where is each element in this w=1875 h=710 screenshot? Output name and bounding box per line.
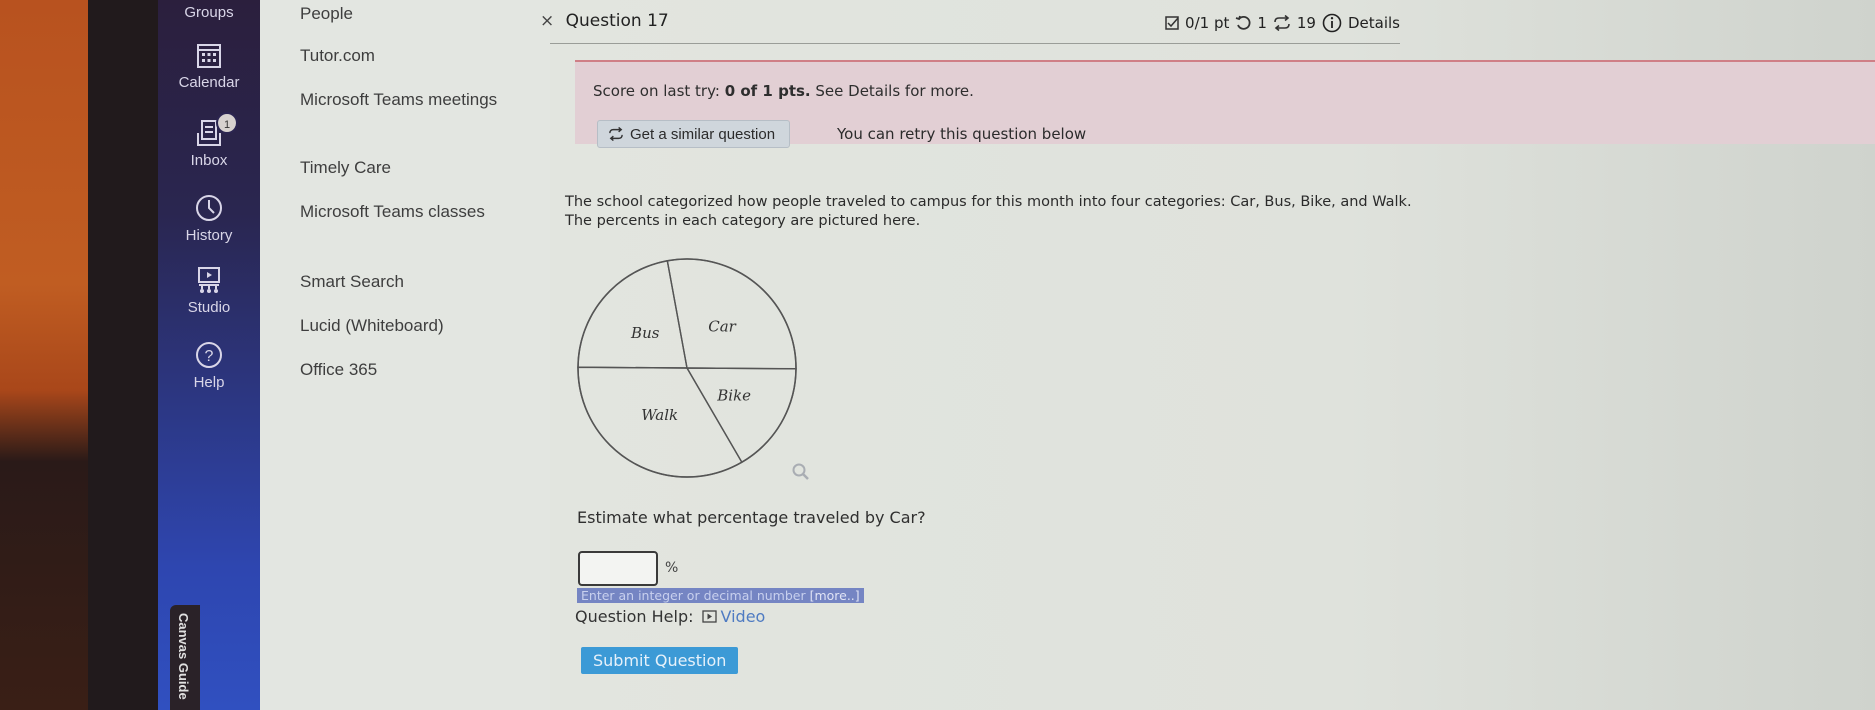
inbox-badge: 1 xyxy=(216,112,238,134)
nav-item-history[interactable]: History xyxy=(158,193,260,244)
question-title: × Question 17 xyxy=(540,11,669,31)
magnify-icon[interactable] xyxy=(792,463,810,481)
close-icon[interactable]: × xyxy=(540,11,554,31)
hint-text: Enter an integer or decimal number xyxy=(581,588,810,603)
checkbox-icon xyxy=(1165,16,1179,30)
pie-slice-bus xyxy=(577,259,688,369)
pie-label-bike: Bike xyxy=(716,386,751,404)
pie-label-walk: Walk xyxy=(641,406,678,424)
question-prompt: The school categorized how people travel… xyxy=(565,194,1412,229)
nav-item-groups[interactable]: Groups xyxy=(158,4,260,21)
pie-label-car: Car xyxy=(708,317,736,335)
nav-label: Groups xyxy=(184,4,234,21)
canvas-guide-tab[interactable]: Canvas Guide xyxy=(170,605,200,710)
video-link[interactable]: Video xyxy=(701,607,766,626)
nav-label: Calendar xyxy=(178,74,240,91)
nav-item-inbox[interactable]: 1 Inbox xyxy=(158,112,260,169)
question-ask: Estimate what percentage traveled by Car… xyxy=(577,508,926,527)
global-nav: Groups Calendar 1 Inbox History Studio ?… xyxy=(158,0,260,710)
nav-item-calendar[interactable]: Calendar xyxy=(158,42,260,91)
photo-background xyxy=(0,0,95,710)
pie-label-bus: Bus xyxy=(630,324,660,342)
score-banner: Score on last try: 0 of 1 pts. See Detai… xyxy=(575,60,1875,148)
course-link-office365[interactable]: Office 365 xyxy=(300,358,540,382)
nav-label: History xyxy=(185,227,233,244)
clock-icon xyxy=(196,195,222,221)
course-link-timely-care[interactable]: Timely Care xyxy=(300,156,540,180)
studio-icon xyxy=(198,267,220,293)
question-meta: 0/1 pt 1 19 Details xyxy=(1165,13,1400,33)
calendar-icon xyxy=(197,44,221,68)
video-label: Video xyxy=(720,607,766,626)
question-title-text: Question 17 xyxy=(565,11,669,31)
score-value: 0 of 1 pts. xyxy=(724,82,811,100)
get-similar-question-button[interactable]: Get a similar question xyxy=(597,120,791,148)
question-help-label: Question Help: xyxy=(575,607,694,626)
course-link-teams-classes[interactable]: Microsoft Teams classes xyxy=(300,200,540,224)
question-header: × Question 17 0/1 pt 1 19 Details xyxy=(540,0,1400,44)
course-link-tutor[interactable]: Tutor.com xyxy=(300,44,540,68)
canvas-guide-label: Canvas Guide xyxy=(176,613,191,700)
retry-text: You can retry this question below xyxy=(837,125,1087,143)
course-link-smart-search[interactable]: Smart Search xyxy=(300,270,540,294)
monitor-bezel xyxy=(88,0,158,710)
pie-slice-car xyxy=(666,258,797,370)
retries-count: 1 xyxy=(1257,14,1267,32)
nav-label: Studio xyxy=(187,299,231,316)
course-nav: People Tutor.com Microsoft Teams meeting… xyxy=(260,0,550,710)
info-icon[interactable] xyxy=(1322,13,1342,33)
answer-input[interactable] xyxy=(578,551,658,586)
similar-count: 19 xyxy=(1296,14,1316,32)
similar-button-label: Get a similar question xyxy=(630,125,776,143)
score-prefix: Score on last try: xyxy=(593,82,725,100)
score-text: Score on last try: 0 of 1 pts. See Detai… xyxy=(593,82,974,100)
retry-icon xyxy=(1236,15,1251,30)
pie-chart: Car Bike Walk Bus xyxy=(560,250,820,490)
hint-more-link[interactable]: [more..] xyxy=(810,588,860,603)
nav-label: Inbox xyxy=(190,152,228,169)
svg-text:?: ? xyxy=(205,348,214,365)
question-area: × Question 17 0/1 pt 1 19 Details Score … xyxy=(540,0,1875,710)
nav-item-help[interactable]: ? Help xyxy=(158,340,260,391)
points-value: 0/1 pt xyxy=(1185,14,1230,32)
similar-question-icon xyxy=(1274,15,1290,31)
course-link-people[interactable]: People xyxy=(300,2,540,26)
details-link[interactable]: Details xyxy=(1348,14,1400,32)
course-link-teams-meetings[interactable]: Microsoft Teams meetings xyxy=(300,88,540,112)
help-icon: ? xyxy=(196,342,222,368)
course-link-lucid[interactable]: Lucid (Whiteboard) xyxy=(300,314,540,338)
percent-unit: % xyxy=(665,560,679,576)
video-icon xyxy=(701,610,717,623)
similar-question-icon xyxy=(609,127,623,141)
nav-label: Help xyxy=(193,374,225,391)
answer-hint: Enter an integer or decimal number [more… xyxy=(577,588,864,603)
nav-item-studio[interactable]: Studio xyxy=(158,265,260,316)
submit-question-button[interactable]: Submit Question xyxy=(581,647,739,674)
score-suffix: See Details for more. xyxy=(810,82,974,100)
question-help: Question Help: Video xyxy=(575,607,765,626)
